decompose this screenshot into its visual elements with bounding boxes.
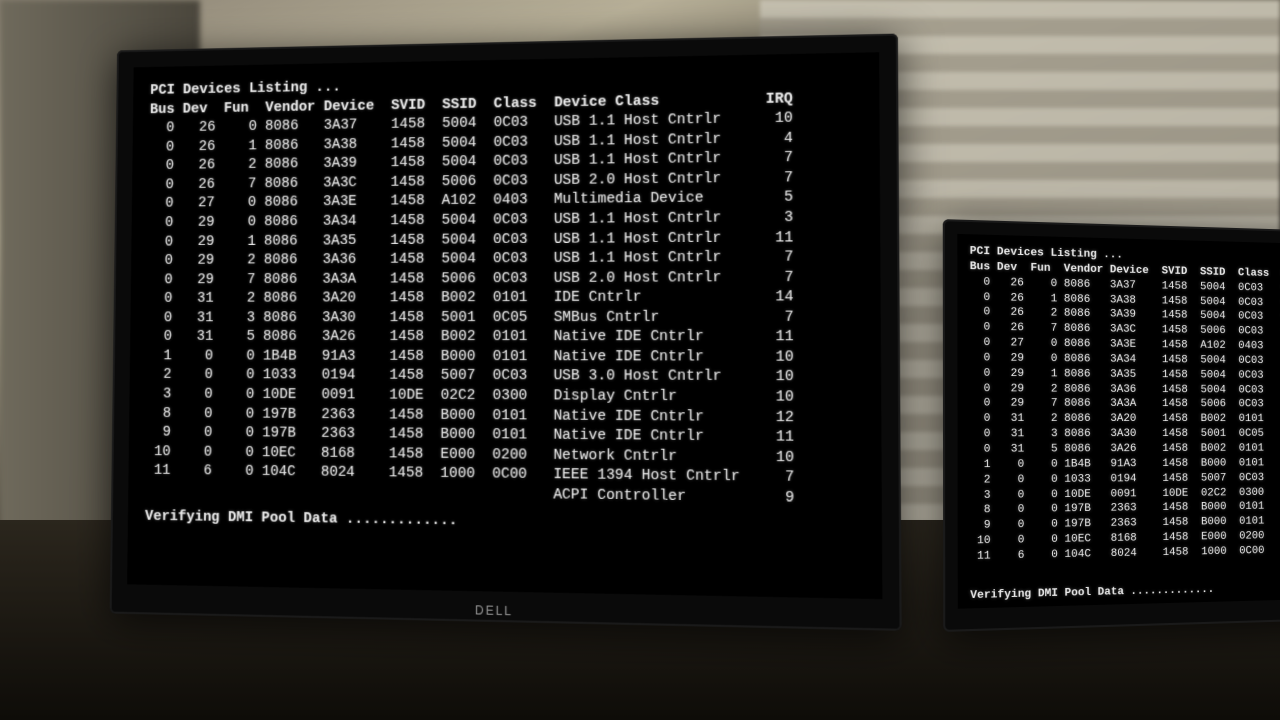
bios-screen-secondary: PCI Devices Listing ...Bus Dev Fun Vendo… [957, 234, 1280, 609]
photo-scene: PCI Devices Listing ...Bus Dev Fun Vendo… [0, 0, 1280, 720]
bios-device-row: 0 29 2 8086 3A36 1458 5004 0C03 USB 1.1 … [148, 248, 862, 271]
bios-verifying-dmi: Verifying DMI Pool Data ............. [145, 508, 863, 538]
bios-device-row: 0 31 5 8086 3A26 1458 B002 0101 Native I… [970, 442, 1280, 458]
bios-device-row: 1 0 0 1B4B 91A3 1458 B000 0101 Native ID… [147, 347, 862, 368]
bios-device-row: 0 31 2 8086 3A20 1458 B002 0101 IDE Cntr… [970, 412, 1280, 427]
bios-device-row: 0 31 2 8086 3A20 1458 B002 0101 IDE Cntr… [148, 288, 862, 309]
bios-device-row: 0 29 7 8086 3A3A 1458 5006 0C03 USB 2.0 … [148, 268, 862, 290]
bios-device-row: 0 31 3 8086 3A30 1458 5001 0C05 SMBus Cn… [970, 427, 1280, 442]
bios-verifying-dmi: Verifying DMI Pool Data ............. [970, 580, 1280, 604]
monitor-brand-logo: DELL [475, 603, 513, 618]
primary-monitor: PCI Devices Listing ...Bus Dev Fun Vendo… [110, 34, 902, 631]
bios-device-row: 1 0 0 1B4B 91A3 1458 B000 0101 Native ID… [970, 456, 1280, 473]
bios-device-row: 0 29 7 8086 3A3A 1458 5006 0C03 USB 2.0 … [970, 397, 1280, 413]
bios-device-row: 0 31 5 8086 3A26 1458 B002 0101 Native I… [147, 328, 862, 348]
bios-device-row: 0 31 3 8086 3A30 1458 5001 0C05 SMBus Cn… [147, 308, 862, 328]
secondary-monitor: PCI Devices Listing ...Bus Dev Fun Vendo… [943, 219, 1280, 632]
bios-device-row: 0 29 1 8086 3A35 1458 5004 0C03 USB 1.1 … [970, 366, 1280, 384]
bios-screen-primary: PCI Devices Listing ...Bus Dev Fun Vendo… [127, 52, 882, 599]
bios-device-row: 0 29 2 8086 3A36 1458 5004 0C03 USB 1.1 … [970, 381, 1280, 398]
